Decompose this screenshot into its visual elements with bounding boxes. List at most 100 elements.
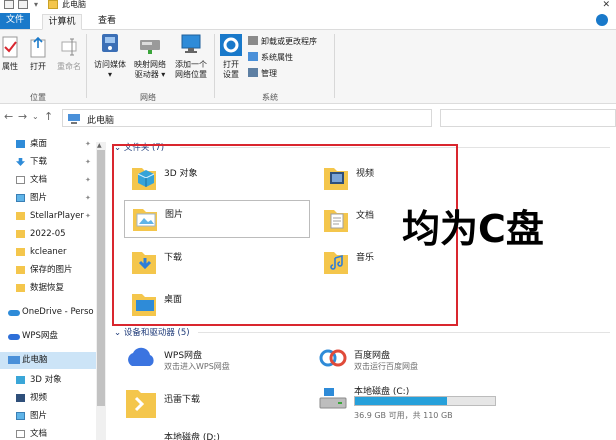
system-props-label: 系统属性 (261, 53, 293, 62)
system-properties-button[interactable]: 系统属性 (248, 52, 293, 64)
open-icon (30, 36, 46, 58)
location-group-label: 位置 (30, 93, 46, 102)
up-button[interactable]: ↑ (44, 111, 53, 123)
address-input[interactable]: 此电脑 (62, 109, 432, 127)
nav-item-downloads[interactable]: 下载 ✦ (0, 154, 96, 171)
properties-button[interactable]: 属性 (0, 36, 20, 72)
xunlei-folder-icon (126, 390, 156, 418)
nav-scrollbar[interactable]: ▲ (96, 142, 106, 440)
device-subtitle: 双击运行百度网盘 (354, 362, 418, 371)
quick-access-dropdown-icon[interactable]: ▾ (34, 0, 38, 9)
open-settings-label-2: 设置 (223, 70, 239, 79)
map-drive-button[interactable]: 映射网络 驱动器 ▾ (130, 32, 170, 80)
nav-label: 3D 对象 (30, 375, 62, 385)
manage-button[interactable]: 管理 (248, 68, 277, 80)
nav-item-2022-05[interactable]: 2022-05 (0, 226, 96, 243)
access-media-label-1: 访问媒体 (94, 60, 126, 69)
nav-item-stellarplayer[interactable]: StellarPlayer ✦ (0, 208, 96, 225)
add-network-location-button[interactable]: 添加一个 网络位置 (170, 32, 212, 80)
nav-label: 保存的图片 (30, 265, 73, 275)
nav-label: kcleaner (30, 247, 67, 257)
document-icon (16, 430, 25, 438)
help-icon[interactable] (596, 14, 608, 26)
nav-label: OneDrive - Perso (22, 307, 94, 317)
nav-label: 文档 (30, 175, 48, 185)
cloud-icon (8, 334, 20, 340)
open-label: 打开 (30, 62, 46, 71)
device-name: 迅雷下载 (164, 395, 201, 405)
rename-label: 重命名 (57, 62, 81, 71)
nav-item-3d-objects[interactable]: 3D 对象 (0, 372, 96, 389)
folder-icon (16, 266, 25, 274)
system-group-label: 系统 (262, 93, 278, 102)
properties-label: 属性 (2, 62, 18, 71)
open-button[interactable]: 打开 (26, 36, 50, 72)
recent-locations-dropdown[interactable]: ⌄ (32, 111, 39, 123)
network-drive-icon (140, 40, 160, 54)
checkmark-icon (2, 36, 18, 58)
nav-item-pictures-2[interactable]: 图片 (0, 408, 96, 425)
forward-button[interactable]: → (18, 111, 27, 123)
nav-item-documents[interactable]: 文档 ✦ (0, 172, 96, 189)
tab-file[interactable]: 文件 (0, 13, 30, 29)
quick-access-new-folder-icon[interactable] (18, 0, 28, 9)
folder-icon (16, 230, 25, 238)
folder-icon (16, 284, 25, 292)
nav-item-wps-drive[interactable]: WPS网盘 (0, 328, 96, 345)
quick-access-properties-icon[interactable] (4, 0, 14, 9)
tab-view[interactable]: 查看 (90, 14, 124, 30)
search-input[interactable] (440, 109, 616, 127)
close-icon[interactable]: ✕ (602, 0, 610, 10)
uninstall-programs-button[interactable]: 卸载或更改程序 (248, 36, 317, 48)
devices-section-header[interactable]: ⌄ 设备和驱动器 (5) (114, 326, 190, 338)
pin-icon: ✦ (85, 140, 91, 148)
group-separator (86, 34, 87, 98)
computer-icon (8, 356, 20, 364)
rename-button[interactable]: 重命名 (54, 36, 84, 72)
uninstall-label: 卸载或更改程序 (261, 37, 317, 46)
scroll-thumb[interactable] (97, 150, 105, 406)
manage-label: 管理 (261, 69, 277, 78)
nav-item-this-pc[interactable]: 此电脑 (0, 352, 96, 369)
nav-label: 图片 (30, 411, 48, 421)
access-media-button[interactable]: 访问媒体 ▾ (90, 32, 130, 80)
nav-label: 视频 (30, 393, 48, 403)
nav-label: 下载 (30, 157, 48, 167)
add-location-label-2: 网络位置 (175, 70, 207, 79)
desktop-icon (16, 140, 25, 148)
folder-icon (16, 248, 25, 256)
nav-item-saved-pictures[interactable]: 保存的图片 (0, 262, 96, 279)
drive-usage-fill (355, 397, 448, 405)
scroll-up-icon[interactable]: ▲ (97, 142, 102, 149)
computer-icon (68, 114, 80, 124)
chevron-down-icon: ⌄ (114, 328, 124, 338)
pin-icon: ✦ (85, 212, 91, 220)
open-settings-button[interactable]: 打开 设置 (218, 34, 244, 80)
group-separator (214, 34, 215, 98)
navigation-pane: 桌面 ✦ 下载 ✦ 文档 ✦ 图片 ✦ StellarPlayer ✦ 2022… (0, 132, 98, 440)
nav-item-data-recovery[interactable]: 数据恢复 (0, 280, 96, 297)
address-path: 此电脑 (87, 116, 115, 126)
nav-item-desktop[interactable]: 桌面 ✦ (0, 136, 96, 153)
nav-label: 数据恢复 (30, 283, 65, 293)
nav-item-pictures[interactable]: 图片 ✦ (0, 190, 96, 207)
system-properties-icon (248, 52, 258, 61)
access-media-label-2: ▾ (107, 70, 112, 79)
nav-item-onedrive[interactable]: OneDrive - Perso (0, 304, 96, 321)
nav-label: StellarPlayer (30, 211, 84, 221)
tab-computer[interactable]: 计算机 (42, 14, 82, 30)
section-divider (198, 332, 610, 333)
baidu-cloud-icon (319, 349, 347, 367)
picture-icon (16, 412, 25, 420)
nav-item-kcleaner[interactable]: kcleaner (0, 244, 96, 261)
document-icon (16, 176, 25, 184)
map-drive-label-1: 映射网络 (134, 60, 166, 69)
pin-icon: ✦ (85, 194, 91, 202)
cube-icon (16, 376, 25, 384)
drive-icon (319, 388, 347, 409)
picture-icon (16, 194, 25, 202)
back-button[interactable]: ← (4, 111, 13, 123)
open-settings-label-1: 打开 (223, 60, 239, 69)
nav-item-videos[interactable]: 视频 (0, 390, 96, 407)
nav-item-documents-2[interactable]: 文档 (0, 426, 96, 440)
